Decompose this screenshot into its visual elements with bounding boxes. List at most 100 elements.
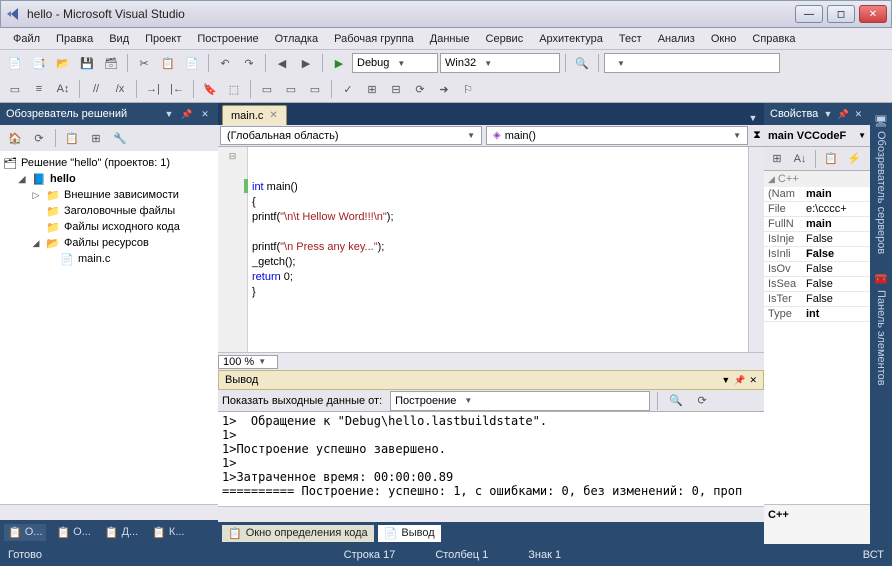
sol-tb-1[interactable]: 🏠 bbox=[4, 127, 26, 149]
output-text[interactable]: 1> Обращение к "Debug\hello.lastbuildsta… bbox=[218, 412, 764, 506]
copy-button[interactable]: 📋 bbox=[157, 52, 179, 74]
prop-tb-3[interactable]: 📋 bbox=[820, 148, 842, 170]
sol-tb-2[interactable]: ⟳ bbox=[28, 127, 50, 149]
menu-Окно[interactable]: Окно bbox=[704, 31, 744, 47]
output-hscroll[interactable] bbox=[218, 506, 764, 522]
sol-bottom-tab-2[interactable]: 📋Д... bbox=[101, 524, 142, 541]
menu-Рабочая группа[interactable]: Рабочая группа bbox=[327, 31, 421, 47]
editor-vscroll[interactable] bbox=[748, 147, 764, 352]
sol-bottom-tab-1[interactable]: 📋О... bbox=[52, 524, 94, 541]
add-item-button[interactable]: 📑 bbox=[28, 52, 50, 74]
panel-dropdown-icon[interactable]: ▼ bbox=[822, 107, 833, 121]
maximize-button[interactable]: ◻ bbox=[827, 5, 855, 23]
expander-icon[interactable]: ◢ bbox=[30, 237, 42, 249]
solution-tree[interactable]: 🗂 Решение "hello" (проектов: 1) ◢ 📘 hell… bbox=[0, 151, 218, 504]
solution-hscroll[interactable] bbox=[0, 504, 218, 520]
split-button[interactable]: ⧗ bbox=[750, 125, 764, 146]
output-dropdown-icon[interactable]: ▼ bbox=[721, 375, 730, 385]
new-project-button[interactable]: 📄 bbox=[4, 52, 26, 74]
outdent-button[interactable]: |← bbox=[166, 78, 188, 100]
bookmark-button[interactable]: 🔖 bbox=[199, 78, 221, 100]
nav-forward-button[interactable]: ▶ bbox=[295, 52, 317, 74]
tb2-btn-9[interactable]: ⬚ bbox=[223, 78, 245, 100]
start-debug-button[interactable]: ▶ bbox=[328, 52, 350, 74]
tb2-btn-1[interactable]: ▭ bbox=[4, 78, 26, 100]
tb2-btn-14[interactable]: ⊞ bbox=[361, 78, 383, 100]
open-button[interactable]: 📂 bbox=[52, 52, 74, 74]
sol-bottom-tab-0[interactable]: 📋О... bbox=[4, 524, 46, 541]
panel-close-icon[interactable]: ✕ bbox=[198, 107, 212, 121]
menu-Правка[interactable]: Правка bbox=[49, 31, 100, 47]
menu-Построение[interactable]: Построение bbox=[190, 31, 265, 47]
resources-node[interactable]: ◢ 📂 Файлы ресурсов bbox=[2, 235, 216, 251]
tb2-btn-16[interactable]: ⟳ bbox=[409, 78, 431, 100]
panel-dropdown-icon[interactable]: ▼ bbox=[162, 107, 176, 121]
zoom-combo[interactable]: 100 %▼ bbox=[218, 355, 278, 369]
tab-close-icon[interactable]: ✕ bbox=[269, 110, 277, 121]
property-row[interactable]: FullNmain bbox=[764, 217, 870, 232]
scope-combo-left[interactable]: (Глобальная область)▼ bbox=[220, 126, 482, 145]
prop-tb-4[interactable]: ⚡ bbox=[843, 148, 865, 170]
menu-Анализ[interactable]: Анализ bbox=[651, 31, 702, 47]
tb2-btn-2[interactable]: ≡ bbox=[28, 78, 50, 100]
tb2-btn-17[interactable]: ➜ bbox=[433, 78, 455, 100]
paste-button[interactable]: 📄 bbox=[181, 52, 203, 74]
property-row[interactable]: Typeint bbox=[764, 307, 870, 322]
output-tb-1[interactable]: 🔍 bbox=[665, 390, 687, 412]
tb2-btn-11[interactable]: ▭ bbox=[280, 78, 302, 100]
menu-Архитектура[interactable]: Архитектура bbox=[532, 31, 610, 47]
menu-Отладка[interactable]: Отладка bbox=[268, 31, 325, 47]
property-row[interactable]: (Nammain bbox=[764, 187, 870, 202]
code-editor[interactable]: int main() { printf("\n\t Hellow Word!!!… bbox=[248, 147, 748, 352]
output-pin-icon[interactable]: 📌 bbox=[734, 375, 745, 386]
tb2-btn-12[interactable]: ▭ bbox=[304, 78, 326, 100]
output-close-icon[interactable]: ✕ bbox=[749, 375, 757, 386]
configuration-combo[interactable]: Debug▼ bbox=[352, 53, 438, 73]
property-row[interactable]: Filee:\cccc+ bbox=[764, 202, 870, 217]
save-button[interactable]: 💾 bbox=[76, 52, 98, 74]
sol-bottom-tab-3[interactable]: 📋К... bbox=[148, 524, 188, 541]
property-row[interactable]: IsOvFalse bbox=[764, 262, 870, 277]
cut-button[interactable]: ✂ bbox=[133, 52, 155, 74]
sol-tb-4[interactable]: ⊞ bbox=[85, 127, 107, 149]
prop-alpha-button[interactable]: A↓ bbox=[789, 148, 811, 170]
indent-button[interactable]: →| bbox=[142, 78, 164, 100]
scope-combo-right[interactable]: ◈ main()▼ bbox=[486, 126, 748, 145]
property-row[interactable]: IsInjeFalse bbox=[764, 232, 870, 247]
tb2-btn-15[interactable]: ⊟ bbox=[385, 78, 407, 100]
output-tab-output[interactable]: 📄 Вывод bbox=[378, 525, 441, 542]
tb2-btn-18[interactable]: ⚐ bbox=[457, 78, 479, 100]
output-tb-2[interactable]: ⟳ bbox=[691, 390, 713, 412]
menu-Тест[interactable]: Тест bbox=[612, 31, 649, 47]
expander-icon[interactable]: ◢ bbox=[16, 173, 28, 185]
tb2-btn-13[interactable]: ✓ bbox=[337, 78, 359, 100]
comment-button[interactable]: // bbox=[85, 78, 107, 100]
platform-combo[interactable]: Win32▼ bbox=[440, 53, 560, 73]
save-all-button[interactable]: 🗃 bbox=[100, 52, 122, 74]
minimize-button[interactable]: — bbox=[795, 5, 823, 23]
property-row[interactable]: IsInliFalse bbox=[764, 247, 870, 262]
headers-node[interactable]: 📁 Заголовочные файлы bbox=[2, 203, 216, 219]
menu-Сервис[interactable]: Сервис bbox=[479, 31, 531, 47]
property-category[interactable]: ◢C++ bbox=[764, 171, 870, 187]
properties-object-combo[interactable]: main VCCodeF ▼ bbox=[764, 125, 870, 147]
toolbox-tab[interactable]: 🧰Панель элементов bbox=[873, 268, 890, 389]
file-node[interactable]: 📄 main.c bbox=[2, 251, 216, 267]
uncomment-button[interactable]: /x bbox=[109, 78, 131, 100]
property-row[interactable]: IsSeaFalse bbox=[764, 277, 870, 292]
prop-categorized-button[interactable]: ⊞ bbox=[766, 148, 788, 170]
undo-button[interactable]: ↶ bbox=[214, 52, 236, 74]
close-button[interactable]: ✕ bbox=[859, 5, 887, 23]
property-row[interactable]: IsTerFalse bbox=[764, 292, 870, 307]
solution-root-node[interactable]: 🗂 Решение "hello" (проектов: 1) bbox=[2, 155, 216, 171]
panel-pin-icon[interactable]: 📌 bbox=[180, 107, 194, 121]
sol-tb-3[interactable]: 📋 bbox=[61, 127, 83, 149]
tb2-btn-3[interactable]: A↕ bbox=[52, 78, 74, 100]
project-node[interactable]: ◢ 📘 hello bbox=[2, 171, 216, 187]
external-deps-node[interactable]: ▷ 📁 Внешние зависимости bbox=[2, 187, 216, 203]
find-combo[interactable]: ▼ bbox=[604, 53, 780, 73]
tb2-btn-10[interactable]: ▭ bbox=[256, 78, 278, 100]
menu-Вид[interactable]: Вид bbox=[102, 31, 136, 47]
expander-icon[interactable]: ▷ bbox=[30, 189, 42, 201]
nav-back-button[interactable]: ◀ bbox=[271, 52, 293, 74]
